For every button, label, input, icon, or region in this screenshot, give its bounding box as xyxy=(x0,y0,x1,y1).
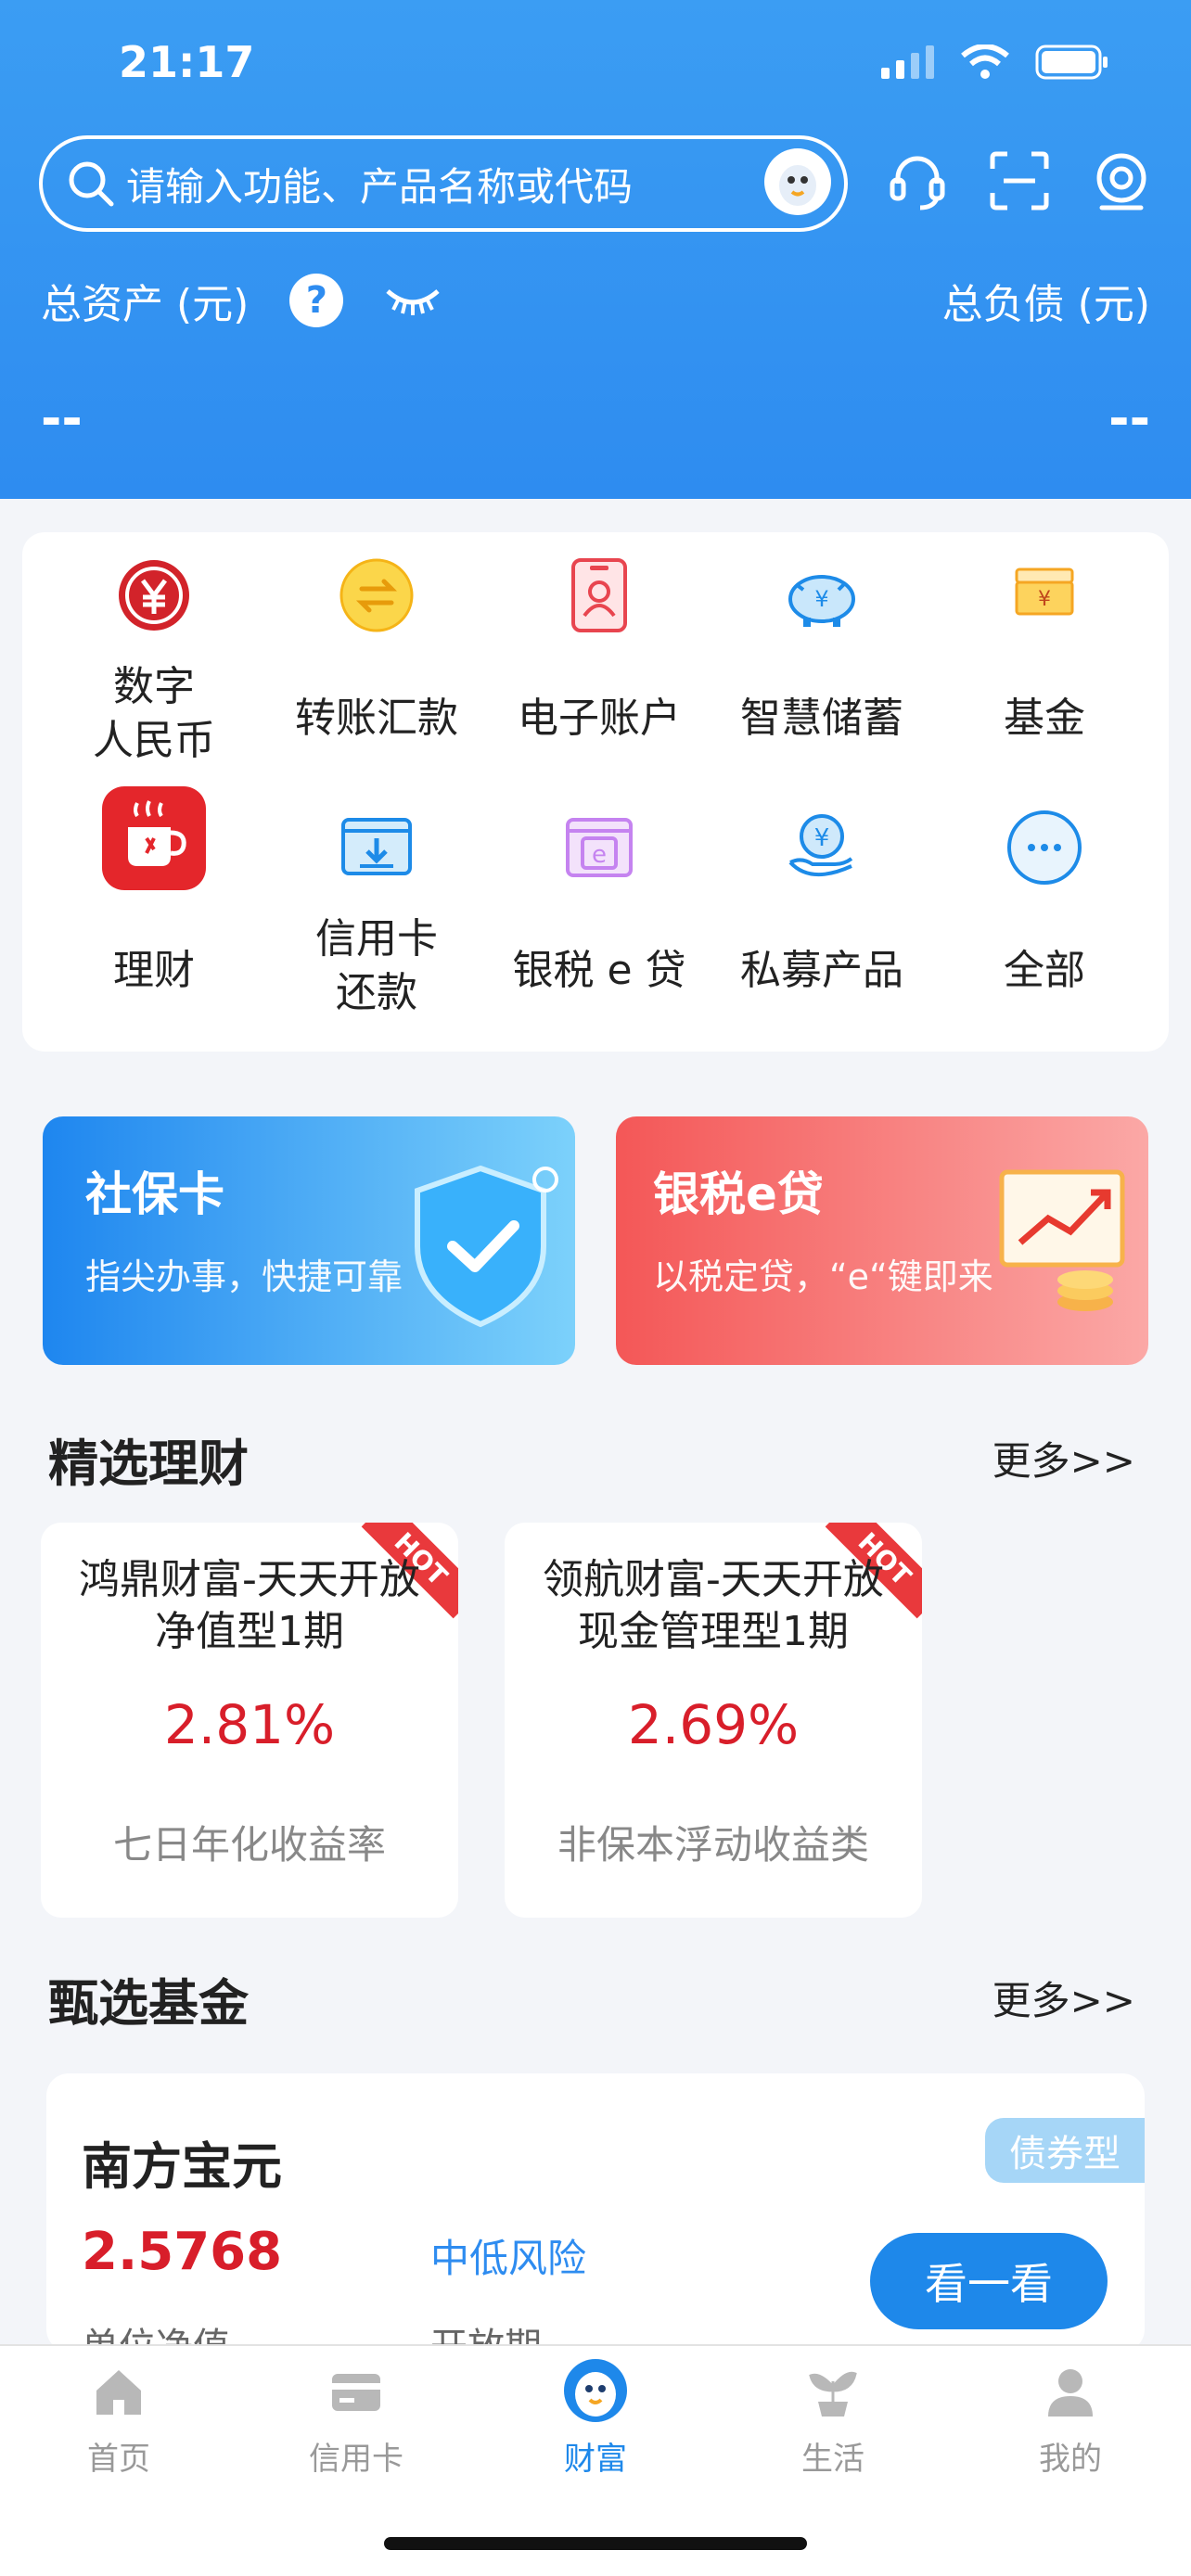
wifi-icon xyxy=(961,45,1009,79)
private-fund-icon: ¥ xyxy=(788,814,853,877)
transfer-icon xyxy=(339,558,414,632)
fund-icon: ¥ xyxy=(1015,567,1074,616)
tab-mine[interactable]: 我的 xyxy=(978,2365,1163,2494)
grid-item-fund[interactable]: ¥ 基金 xyxy=(933,532,1156,773)
product-note: 非保本浮动收益类 xyxy=(557,1822,869,1868)
digital-rmb-icon xyxy=(119,560,189,631)
grid-label: 转账汇款 xyxy=(295,695,458,742)
search-bar[interactable]: 请输入功能、产品名称或代码 xyxy=(39,135,848,232)
tab-wealth[interactable]: 财富 xyxy=(503,2359,688,2494)
search-icon xyxy=(69,161,114,207)
help-icon[interactable]: ? xyxy=(289,274,344,327)
header: 21:17 请输入功能、产品名称或代码 总资产 (元) ? 总负债 (元) --… xyxy=(0,0,1191,499)
eye-closed-icon[interactable] xyxy=(384,282,442,319)
signal-icon xyxy=(881,45,934,79)
grid-item-e-account[interactable]: 电子账户 xyxy=(488,532,711,773)
total-debt-label: 总负债 (元) xyxy=(941,281,1150,328)
promo-title: 社保卡 xyxy=(85,1167,224,1221)
grid-item-wealth[interactable]: 理财 xyxy=(43,784,265,1026)
fund-name: 南方宝元 xyxy=(82,2137,282,2196)
tab-label: 信用卡 xyxy=(309,2441,403,2478)
product-rate: 2.69% xyxy=(627,1693,800,1756)
grid-label: 理财 xyxy=(113,947,195,994)
card-repay-icon xyxy=(341,818,412,875)
svg-text:e: e xyxy=(592,841,607,869)
fund-type-tag: 债券型 xyxy=(985,2118,1145,2183)
product-card[interactable]: HOT 鸿鼎财富-天天开放 净值型1期 2.81% 七日年化收益率 xyxy=(41,1523,458,1918)
tab-label: 我的 xyxy=(1039,2441,1102,2478)
tab-credit-card[interactable]: 信用卡 xyxy=(263,2365,449,2494)
total-assets-label: 总资产 (元) xyxy=(41,281,250,328)
grid-item-private-fund[interactable]: ¥ 私募产品 xyxy=(711,784,933,1026)
customer-service-icon[interactable] xyxy=(885,148,950,213)
growth-chart-icon xyxy=(999,1169,1125,1311)
grid-item-transfer[interactable]: 转账汇款 xyxy=(265,532,488,773)
grid-label: 银税 e 贷 xyxy=(512,947,686,994)
total-assets-value: -- xyxy=(41,389,83,448)
promo-tax-loan[interactable]: 银税e贷 以税定贷，“e“键即来 xyxy=(616,1116,1148,1365)
funds-more-link[interactable]: 更多>> xyxy=(992,1970,1135,2026)
e-account-icon xyxy=(571,558,627,632)
product-note: 七日年化收益率 xyxy=(112,1822,386,1868)
view-fund-button[interactable]: 看一看 xyxy=(870,2233,1108,2329)
grid-label: 智慧储蓄 xyxy=(740,695,903,742)
product-card[interactable]: HOT 领航财富-天天开放 现金管理型1期 2.69% 非保本浮动收益类 xyxy=(505,1523,922,1918)
fund-card[interactable]: 南方宝元 债券型 2.5768 中低风险 看一看 单位净值 开放期 xyxy=(46,2073,1145,2352)
funds-section-title: 甄选基金 xyxy=(48,1974,249,2033)
total-assets-row: 总资产 (元) ? xyxy=(41,271,442,330)
fund-nav-value: 2.5768 xyxy=(82,2222,283,2282)
mascot-icon xyxy=(564,2359,627,2422)
tab-label: 生活 xyxy=(801,2441,864,2478)
product-rate: 2.81% xyxy=(163,1693,336,1756)
sprout-icon xyxy=(809,2371,857,2417)
status-icons xyxy=(881,45,1109,80)
battery-icon xyxy=(1035,45,1108,80)
scan-icon[interactable] xyxy=(987,148,1052,213)
tab-label: 首页 xyxy=(87,2441,150,2478)
grid-item-all[interactable]: 全部 xyxy=(933,784,1156,1026)
svg-text:¥: ¥ xyxy=(814,586,828,612)
tab-home[interactable]: 首页 xyxy=(26,2365,211,2494)
svg-text:¥: ¥ xyxy=(814,824,830,852)
grid-label: 基金 xyxy=(1004,695,1085,742)
status-time: 21:17 xyxy=(119,37,255,87)
home-indicator[interactable] xyxy=(384,2537,807,2550)
grid-item-smart-savings[interactable]: ¥ 智慧储蓄 xyxy=(711,532,933,773)
home-icon xyxy=(96,2370,141,2415)
fund-risk-level: 中低风险 xyxy=(430,2236,587,2281)
credit-card-icon xyxy=(332,2374,380,2411)
search-placeholder: 请输入功能、产品名称或代码 xyxy=(126,163,634,210)
product-name: 领航财富-天天开放 现金管理型1期 xyxy=(543,1556,884,1655)
promo-subtitle: 指尖办事，快捷可靠 xyxy=(85,1256,403,1297)
total-debt-value: -- xyxy=(1108,389,1150,448)
function-grid: 数字 人民币 转账汇款 电子账户 ¥ 智慧储蓄 ¥ 基金 理财 信用卡 还款 e… xyxy=(22,532,1169,1052)
svg-text:¥: ¥ xyxy=(1038,588,1051,611)
person-icon xyxy=(1048,2369,1093,2417)
promo-social-security[interactable]: 社保卡 指尖办事，快捷可靠 xyxy=(43,1116,575,1365)
piggy-bank-icon: ¥ xyxy=(788,575,855,627)
tax-loan-icon: e xyxy=(566,818,633,877)
product-name: 鸿鼎财富-天天开放 净值型1期 xyxy=(79,1556,420,1655)
shield-check-icon xyxy=(415,1165,558,1328)
tab-label-active: 财富 xyxy=(564,2441,627,2478)
grid-label: 信用卡 还款 xyxy=(315,915,438,1016)
grid-label: 私募产品 xyxy=(740,947,903,994)
promo-subtitle: 以税定贷，“e“键即来 xyxy=(653,1256,993,1297)
promo-title: 银税e贷 xyxy=(653,1167,824,1221)
grid-item-tax-loan[interactable]: e 银税 e 贷 xyxy=(488,784,711,1026)
grid-label: 全部 xyxy=(1004,947,1085,994)
grid-label: 数字 人民币 xyxy=(93,663,215,764)
camera-icon[interactable] xyxy=(1089,148,1154,213)
featured-section-title: 精选理财 xyxy=(48,1435,249,1493)
grid-label: 电子账户 xyxy=(518,695,681,742)
mascot-avatar-icon[interactable] xyxy=(764,148,831,215)
more-dots-icon xyxy=(1007,810,1082,885)
wealth-cup-icon xyxy=(102,786,206,890)
grid-item-digital-rmb[interactable]: 数字 人民币 xyxy=(43,532,265,773)
header-actions xyxy=(885,148,1154,213)
grid-item-card-repay[interactable]: 信用卡 还款 xyxy=(265,784,488,1026)
tab-life[interactable]: 生活 xyxy=(740,2365,926,2494)
featured-more-link[interactable]: 更多>> xyxy=(992,1430,1135,1486)
